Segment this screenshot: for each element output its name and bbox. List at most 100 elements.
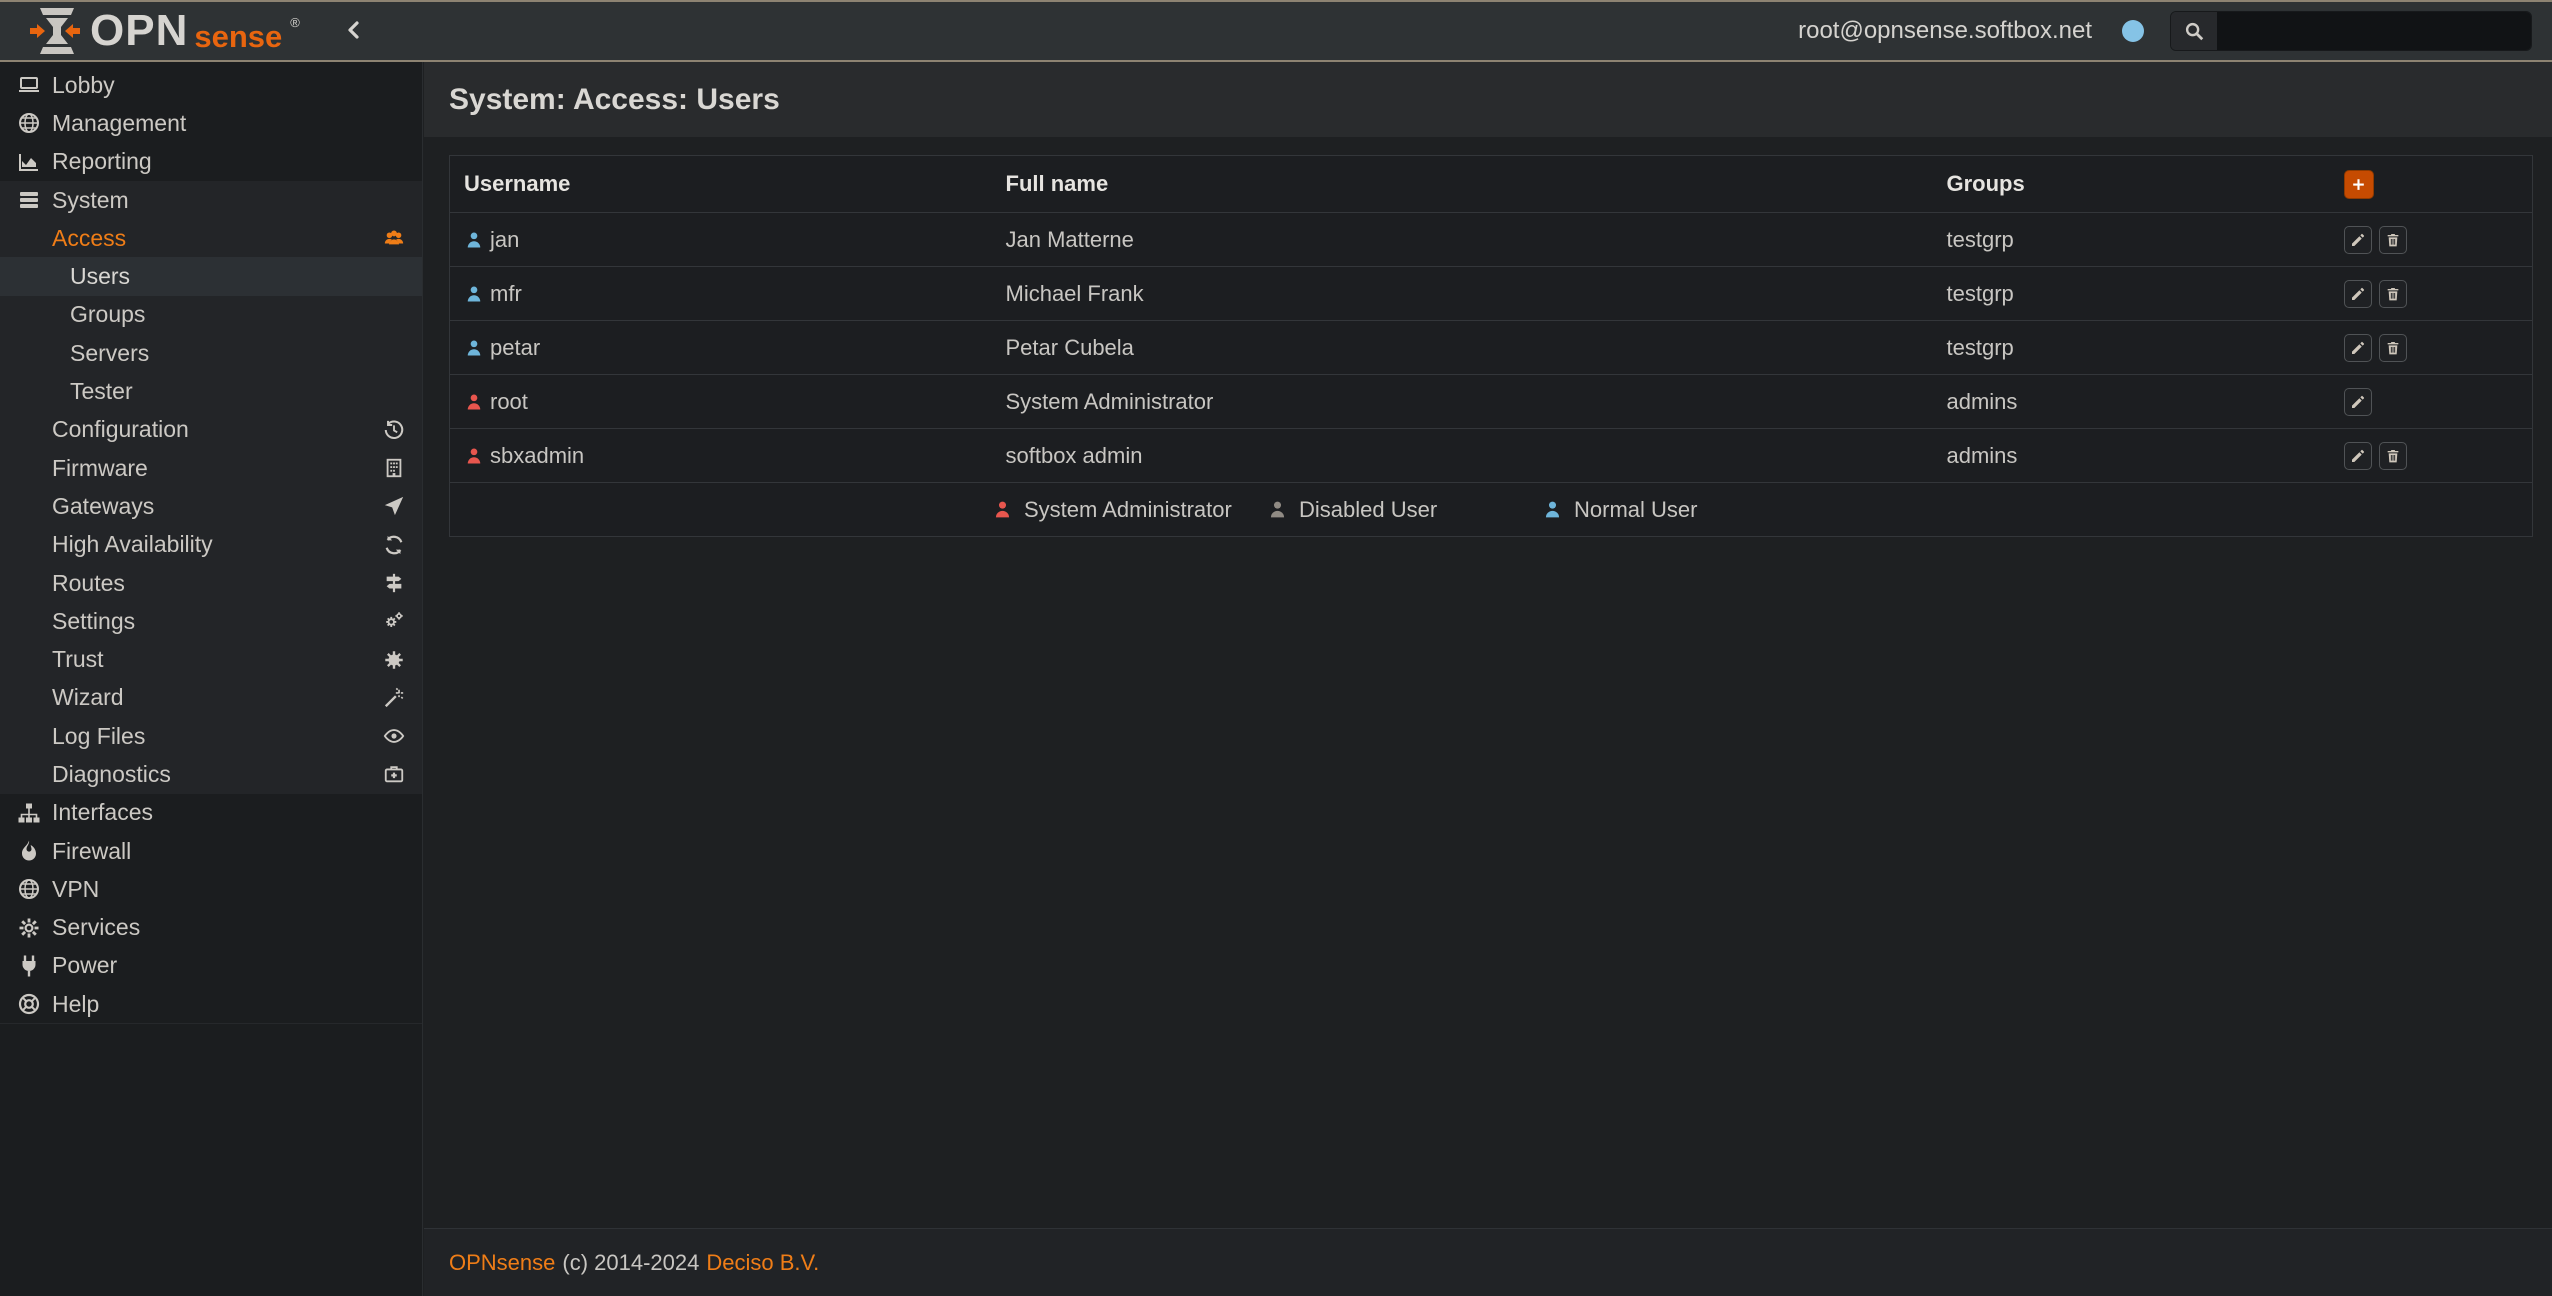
sidebar-item-label: Log Files	[52, 723, 145, 750]
signpost-icon	[381, 570, 407, 596]
table-row: jan Jan Matterne testgrp	[450, 213, 2533, 267]
status-indicator-icon	[2122, 20, 2144, 42]
sidebar-item-high-availability[interactable]: High Availability	[0, 526, 422, 564]
fullname-cell: System Administrator	[992, 375, 1933, 429]
server-icon	[16, 187, 42, 213]
sidebar-item-label: VPN	[52, 876, 99, 903]
user-icon	[464, 284, 484, 304]
user-icon	[1542, 499, 1563, 520]
sidebar-collapse-button[interactable]	[342, 18, 368, 44]
plug-icon	[16, 953, 42, 979]
plus-icon	[2350, 176, 2367, 193]
registered-mark: ®	[290, 15, 300, 30]
user-icon	[1267, 499, 1288, 520]
pencil-icon	[2350, 232, 2366, 248]
sidebar-item-firewall[interactable]: Firewall	[0, 832, 422, 870]
search-input[interactable]	[2217, 12, 2531, 50]
plane-icon	[381, 493, 407, 519]
sidebar-item-label: Tester	[70, 378, 133, 405]
laptop-icon	[16, 72, 42, 98]
edit-user-button[interactable]	[2344, 226, 2372, 254]
building-icon	[381, 455, 407, 481]
sidebar-item-log-files[interactable]: Log Files	[0, 717, 422, 755]
groups-cell: admins	[1933, 429, 2338, 483]
sidebar-item-servers[interactable]: Servers	[0, 334, 422, 372]
sidebar-item-firmware[interactable]: Firmware	[0, 449, 422, 487]
sidebar-item-label: Servers	[70, 340, 149, 367]
sidebar-item-trust[interactable]: Trust	[0, 640, 422, 678]
user-icon	[464, 392, 484, 412]
fullname-cell: Michael Frank	[992, 267, 1933, 321]
logo-text-opn: OPN	[90, 9, 188, 53]
table-row: sbxadmin softbox admin admins	[450, 429, 2533, 483]
sidebar-item-services[interactable]: Services	[0, 909, 422, 947]
footer-opnsense-link[interactable]: OPNsense	[449, 1250, 555, 1276]
sidebar-item-reporting[interactable]: Reporting	[0, 143, 422, 181]
groups-cell: testgrp	[1933, 213, 2338, 267]
trash-icon	[2385, 232, 2401, 248]
sidebar-item-configuration[interactable]: Configuration	[0, 411, 422, 449]
sidebar-item-label: Reporting	[52, 148, 152, 175]
sidebar-item-access[interactable]: Access	[0, 219, 422, 257]
sidebar-item-label: Wizard	[52, 684, 124, 711]
sidebar-item-vpn[interactable]: VPN	[0, 870, 422, 908]
content: System: Access: Users Username Full name…	[424, 62, 2552, 1296]
sidebar-item-system[interactable]: System	[0, 181, 422, 219]
sidebar-item-management[interactable]: Management	[0, 104, 422, 142]
sidebar-item-lobby[interactable]: Lobby	[0, 66, 422, 104]
sidebar-item-label: Groups	[70, 301, 145, 328]
lifering-icon	[16, 991, 42, 1017]
gear-icon	[16, 915, 42, 941]
table-header-row: Username Full name Groups	[450, 156, 2533, 213]
sidebar-item-label: Access	[52, 225, 126, 252]
edit-user-button[interactable]	[2344, 442, 2372, 470]
sidebar-item-diagnostics[interactable]: Diagnostics	[0, 755, 422, 793]
delete-user-button[interactable]	[2379, 334, 2407, 362]
footer-deciso-link[interactable]: Deciso B.V.	[706, 1250, 819, 1276]
sidebar-item-wizard[interactable]: Wizard	[0, 679, 422, 717]
wand-icon	[381, 685, 407, 711]
sidebar-item-label: Diagnostics	[52, 761, 171, 788]
users-table: Username Full name Groups jan Jan Matter…	[449, 155, 2533, 537]
fullname-cell: Jan Matterne	[992, 213, 1933, 267]
edit-user-button[interactable]	[2344, 334, 2372, 362]
add-user-button[interactable]	[2344, 170, 2374, 199]
sidebar-item-users[interactable]: Users	[0, 257, 422, 295]
delete-user-button[interactable]	[2379, 226, 2407, 254]
sidebar-item-help[interactable]: Help	[0, 985, 422, 1023]
edit-user-button[interactable]	[2344, 388, 2372, 416]
sidebar-item-label: Routes	[52, 570, 125, 597]
sidebar-item-label: Power	[52, 952, 117, 979]
sidebar-item-label: Firmware	[52, 455, 148, 482]
sidebar-item-gateways[interactable]: Gateways	[0, 487, 422, 525]
username-cell: root	[490, 389, 528, 414]
gears-icon	[381, 608, 407, 634]
groups-cell: admins	[1933, 375, 2338, 429]
sidebar-item-settings[interactable]: Settings	[0, 602, 422, 640]
sidebar-item-interfaces[interactable]: Interfaces	[0, 794, 422, 832]
search-box	[2170, 11, 2532, 51]
delete-user-button[interactable]	[2379, 280, 2407, 308]
sidebar-item-label: Users	[70, 263, 130, 290]
col-header-username: Username	[450, 156, 992, 213]
sidebar-item-routes[interactable]: Routes	[0, 564, 422, 602]
groups-cell: testgrp	[1933, 321, 2338, 375]
table-row: mfr Michael Frank testgrp	[450, 267, 2533, 321]
opnsense-logo-mark	[28, 6, 82, 56]
sidebar: Lobby Management Reporting System Access…	[0, 62, 423, 1296]
username-cell: petar	[490, 335, 540, 360]
sidebar-item-groups[interactable]: Groups	[0, 296, 422, 334]
legend-row: System Administrator Disabled User Norma…	[450, 483, 2533, 537]
col-header-groups: Groups	[1933, 156, 2338, 213]
opnsense-logo[interactable]: OPNsense®	[28, 6, 300, 56]
sidebar-item-label: Help	[52, 991, 99, 1018]
history-icon	[381, 417, 407, 443]
edit-user-button[interactable]	[2344, 280, 2372, 308]
sidebar-item-power[interactable]: Power	[0, 947, 422, 985]
sidebar-item-tester[interactable]: Tester	[0, 372, 422, 410]
delete-user-button[interactable]	[2379, 442, 2407, 470]
sidebar-item-label: High Availability	[52, 531, 213, 558]
page-header: System: Access: Users	[424, 62, 2552, 137]
footer-copyright: (c) 2014-2024	[562, 1250, 699, 1276]
sidebar-item-label: Trust	[52, 646, 104, 673]
